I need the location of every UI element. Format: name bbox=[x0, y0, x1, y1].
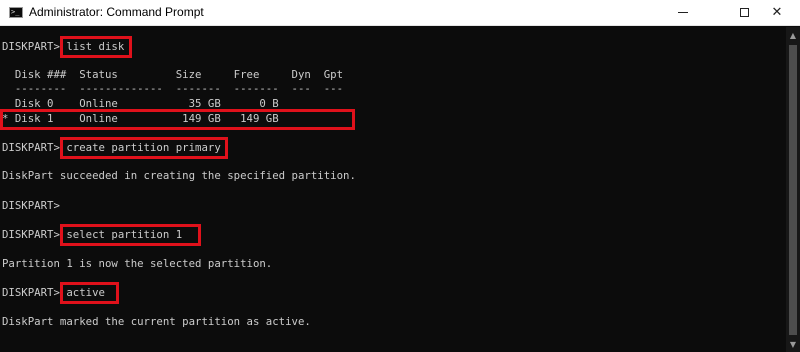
close-icon: ✕ bbox=[771, 5, 783, 20]
console-line: DISKPART> bbox=[2, 199, 60, 212]
scroll-up-icon[interactable]: ▲ bbox=[786, 28, 800, 42]
window-title: Administrator: Command Prompt bbox=[29, 5, 204, 19]
cmd-prompt-glyph: >_ bbox=[11, 8, 20, 16]
minimize-button[interactable] bbox=[660, 0, 706, 25]
highlight-list-disk bbox=[60, 36, 132, 58]
minimize-icon bbox=[678, 12, 688, 13]
console-line: -------- ------------- ------- ------- -… bbox=[2, 82, 344, 95]
highlight-create-partition bbox=[60, 137, 228, 159]
console-output[interactable]: DISKPART> list disk Disk ### Status Size… bbox=[0, 27, 786, 352]
console-line: DiskPart marked the current partition as… bbox=[2, 315, 311, 328]
highlight-active bbox=[60, 282, 119, 304]
cmd-icon: >_ bbox=[9, 7, 23, 18]
console-line: Partition 1 is now the selected partitio… bbox=[2, 257, 273, 270]
vertical-scrollbar[interactable]: ▲ ▼ bbox=[786, 27, 800, 352]
console-line: DiskPart succeeded in creating the speci… bbox=[2, 169, 356, 182]
highlight-select-partition bbox=[60, 224, 201, 246]
title-bar[interactable]: >_ Administrator: Command Prompt ✕ bbox=[0, 0, 800, 26]
maximize-icon bbox=[739, 8, 749, 17]
console-line: Disk ### Status Size Free Dyn Gpt bbox=[2, 68, 344, 81]
close-button[interactable]: ✕ bbox=[754, 0, 800, 25]
scroll-thumb[interactable] bbox=[789, 45, 797, 335]
scroll-down-icon[interactable]: ▼ bbox=[786, 337, 800, 351]
highlight-disk-1-row bbox=[0, 109, 355, 130]
